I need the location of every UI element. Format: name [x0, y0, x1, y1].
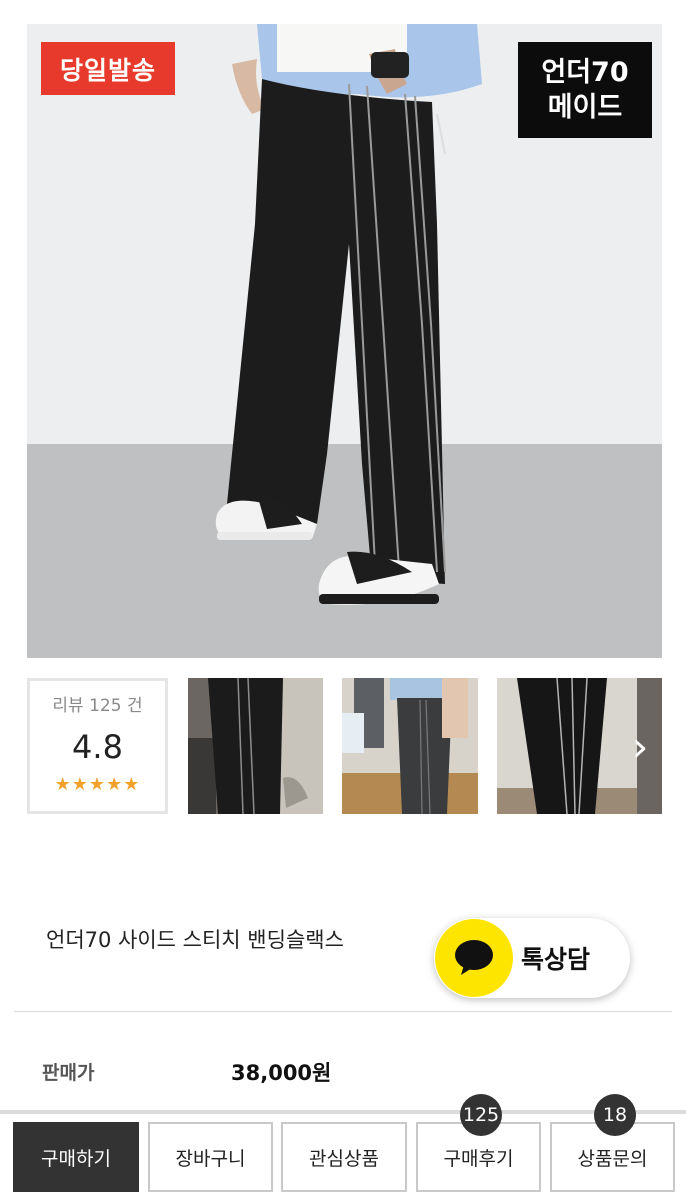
brand-badge-line2: 메이드 — [547, 92, 623, 123]
cart-button[interactable]: 장바구니 — [148, 1122, 273, 1192]
brand-badge-line1: 언더70 — [541, 57, 629, 88]
thumbnail-photo — [188, 678, 323, 814]
star-rating: ★★★★★ — [54, 774, 141, 795]
product-main-image[interactable]: 당일발송 언더70 메이드 — [27, 24, 662, 658]
talk-button-label: 톡상담 — [521, 945, 591, 974]
product-title: 언더70 사이드 스티치 밴딩슬랙스 — [46, 928, 344, 952]
price-value: 38,000원 — [231, 1061, 332, 1085]
price-label: 판매가 — [42, 1062, 95, 1084]
reviews-count-badge: 125 — [460, 1094, 502, 1136]
divider — [14, 1011, 672, 1012]
wishlist-button[interactable]: 관심상품 — [281, 1122, 407, 1192]
review-count: 리뷰 125 건 — [52, 696, 143, 716]
review-score: 4.8 — [72, 728, 123, 766]
speech-bubble-icon — [455, 940, 493, 975]
chevron-right-icon[interactable]: › — [620, 720, 660, 774]
review-summary[interactable]: 리뷰 125 건 4.8 ★★★★★ — [27, 678, 168, 814]
review-thumbnail[interactable] — [188, 678, 323, 814]
kakao-talk-button[interactable]: 톡상담 — [434, 918, 630, 998]
same-day-shipping-badge: 당일발송 — [41, 42, 175, 95]
thumbnail-photo — [342, 678, 478, 814]
talk-icon-circle — [435, 919, 513, 997]
review-thumbnail[interactable] — [342, 678, 478, 814]
qna-count-badge: 18 — [594, 1094, 636, 1136]
brand-badge: 언더70 메이드 — [518, 42, 652, 138]
buy-button[interactable]: 구매하기 — [13, 1122, 139, 1192]
